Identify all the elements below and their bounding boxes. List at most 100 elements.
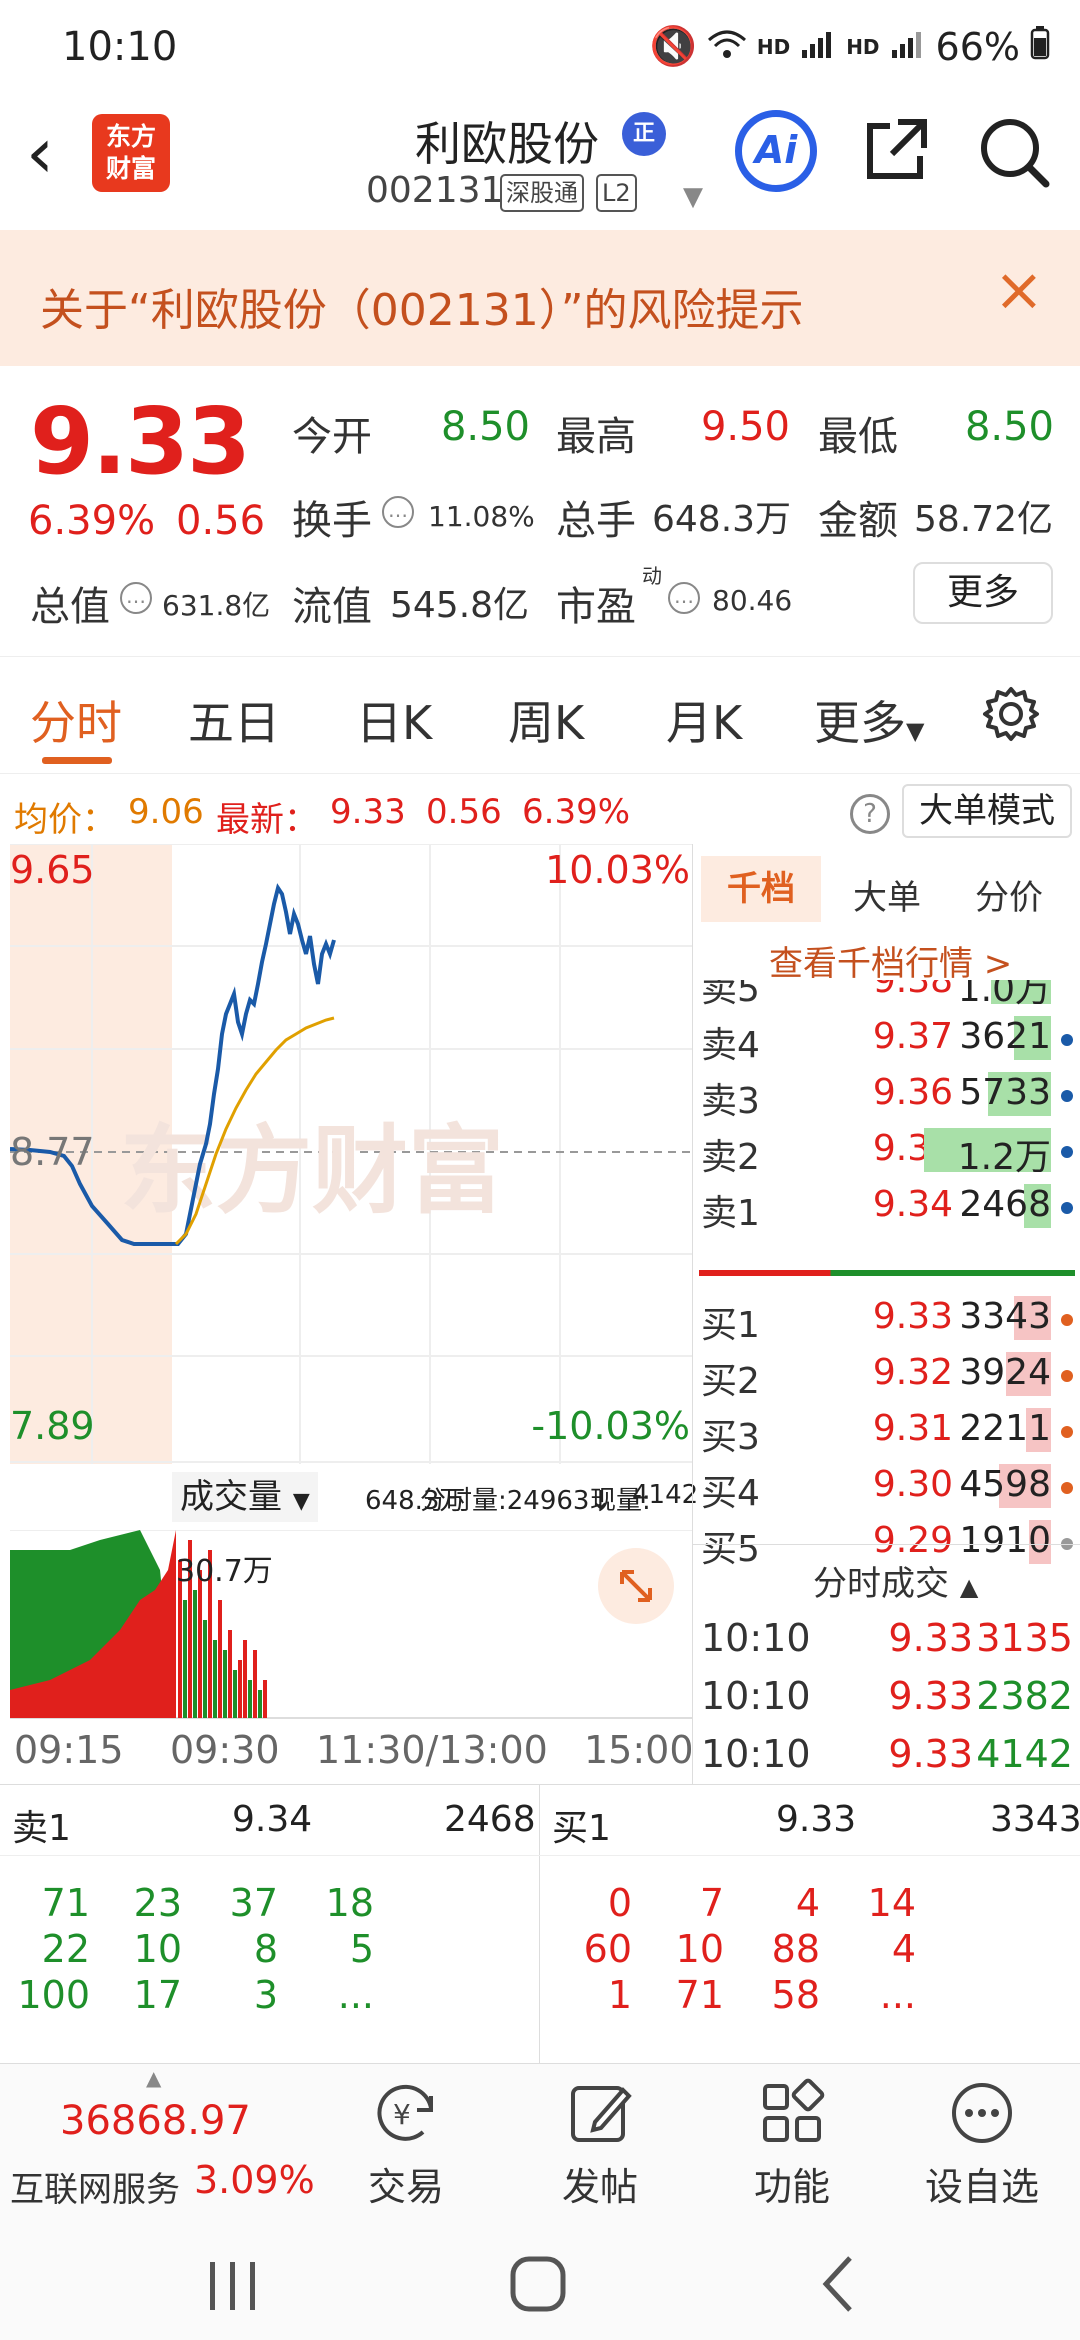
- back-nav-icon[interactable]: [818, 2254, 858, 2314]
- trade-price: 9.33: [888, 1674, 973, 1718]
- time-sales-title[interactable]: 分时成交 ▲: [813, 1556, 978, 1605]
- ask-volume: 3621: [959, 1016, 1051, 1057]
- volume-selector[interactable]: 成交量 ▼: [172, 1472, 318, 1522]
- sector-index-value: 36868.97: [60, 2098, 251, 2144]
- ask-volume: 5733: [959, 1072, 1051, 1113]
- pe-sup: 动: [642, 564, 662, 588]
- ask-row[interactable]: 卖3 9.36 5733: [693, 1066, 1080, 1122]
- info-icon[interactable]: …: [668, 582, 700, 614]
- tab-more[interactable]: 更多▼: [814, 687, 924, 753]
- sector-index[interactable]: ▲ 36868.97 互联网服务 3.09%: [0, 2064, 330, 2224]
- tab-monthly-k[interactable]: 月K: [666, 687, 742, 753]
- mute-icon: 🔇: [649, 24, 697, 68]
- logo-text-2: 财富: [105, 154, 156, 183]
- nav-post[interactable]: 发帖: [530, 2078, 670, 2211]
- help-icon[interactable]: ?: [850, 794, 890, 834]
- tab-price-distribution[interactable]: 分价: [975, 870, 1043, 919]
- trade-time: 10:10: [701, 1674, 811, 1718]
- sell-queue[interactable]: 卖1 9.34 2468 71 23 37 18 22 10 8 5 100 17 3...: [0, 1785, 540, 2065]
- pe-label: 市盈: [556, 584, 636, 630]
- volume-selector-label: 成交量: [180, 1477, 282, 1517]
- gear-icon[interactable]: [982, 685, 1040, 743]
- nav-watchlist-label: 设自选: [924, 2165, 1039, 2209]
- float-value: 545.8亿: [390, 585, 530, 626]
- nav-watchlist[interactable]: 设自选: [912, 2078, 1052, 2211]
- big-order-mode-button[interactable]: 大单模式: [902, 784, 1072, 838]
- status-bar: 10:10 🔇 HD HD 66%: [0, 0, 1080, 100]
- nav-functions[interactable]: 功能: [722, 2078, 862, 2211]
- ask-row[interactable]: 卖5 9.38 1.0万: [693, 980, 1080, 1010]
- chevron-down-icon[interactable]: ▼: [683, 182, 703, 212]
- caret-down-icon: ▼: [292, 1489, 310, 1514]
- sell-queue-volume: 2468: [444, 1799, 536, 1840]
- bid-row[interactable]: 买1 9.33 3343: [693, 1290, 1080, 1346]
- home-icon[interactable]: [508, 2254, 568, 2314]
- buy-queue[interactable]: 买1 9.33 3343 0 7 4 14 60 10 88 4 1 71 58...: [540, 1785, 1080, 2065]
- expand-icon[interactable]: [598, 1548, 674, 1624]
- ask-label: 卖2: [701, 1137, 760, 1178]
- queue-cell: 71: [675, 1973, 724, 2017]
- risk-banner[interactable]: 关于“利欧股份（002131）”的风险提示 ×: [0, 230, 1080, 366]
- intraday-chart[interactable]: 东方财富 9.65 10.03% 8.77 7.89 -10.03%: [9, 843, 692, 1464]
- queue-cell: 4: [795, 1881, 820, 1925]
- latest-value: 9.33: [330, 792, 406, 832]
- ask-row[interactable]: 卖2 9.35 1.2万: [693, 1122, 1080, 1178]
- tab-weekly-k[interactable]: 周K: [508, 687, 584, 753]
- quote-panel: 9.33 6.39% 0.56 今开 8.50 最高 9.50 最低 8.50 …: [0, 366, 1080, 656]
- buy-queue-price: 9.33: [776, 1799, 857, 1840]
- back-icon[interactable]: ‹: [26, 118, 54, 188]
- avg-label: 均价：: [14, 800, 116, 840]
- app-logo[interactable]: 东方 财富: [92, 114, 170, 192]
- chart-top-pct: 10.03%: [545, 848, 690, 892]
- high-label: 最高: [556, 414, 636, 460]
- time-axis: 09:15 09:30 11:30/13:00 15:00: [0, 1718, 694, 1782]
- bid-price: 9.30: [872, 1464, 953, 1505]
- tab-big-orders[interactable]: 大单: [853, 870, 921, 919]
- mcap-value: 631.8亿: [162, 589, 271, 622]
- bid-row[interactable]: 买4 9.30 4598: [693, 1458, 1080, 1514]
- chart-svg: 东方财富: [9, 843, 692, 1464]
- more-dots-icon: [952, 2083, 1012, 2143]
- queue-cell: 0: [607, 1881, 632, 1925]
- ai-button[interactable]: Ai: [735, 110, 817, 192]
- amount-label: 金额: [818, 498, 898, 544]
- view-thousand-levels-link[interactable]: 查看千档行情 >: [769, 936, 1012, 985]
- chart-tabs: 分时 五日 日K 周K 月K 更多▼: [0, 656, 1080, 774]
- ask-label: 卖3: [701, 1081, 760, 1122]
- info-icon[interactable]: …: [120, 582, 152, 614]
- queue-cell: 14: [867, 1881, 916, 1925]
- risk-text[interactable]: 关于“利欧股份（002131）”的风险提示: [40, 274, 804, 338]
- bid-dot: [1061, 1426, 1073, 1438]
- bid-levels: 买1 9.33 3343 买2 9.32 3924 买3 9.31 2211 买4 9.30 4…: [693, 1290, 1080, 1580]
- logo-text-1: 东方: [105, 122, 156, 151]
- volume-panel[interactable]: 成交量 ▼ 648.3万 分时量:24963↓ 现量: 4142 30.7万: [10, 1464, 698, 1719]
- ask-row[interactable]: 卖1 9.34 2468: [693, 1178, 1080, 1234]
- tab-five-day[interactable]: 五日: [188, 687, 280, 753]
- chart-bottom-price: 7.89: [10, 1404, 95, 1448]
- current-price: 9.33: [30, 388, 251, 495]
- share-icon[interactable]: [862, 114, 932, 184]
- nav-post-label: 发帖: [561, 2165, 638, 2209]
- bid-dot: [1061, 1314, 1073, 1326]
- tab-underline: [42, 757, 112, 764]
- chart-bottom-pct: -10.03%: [531, 1404, 690, 1448]
- search-icon[interactable]: [976, 114, 1052, 190]
- bid-volume: 3924: [959, 1352, 1051, 1393]
- ask-row[interactable]: 卖4 9.37 3621: [693, 1010, 1080, 1066]
- recents-icon[interactable]: [206, 2260, 260, 2312]
- open-value: 8.50: [440, 404, 530, 450]
- nav-trade[interactable]: ¥ 交易: [336, 2078, 476, 2211]
- info-icon[interactable]: …: [382, 496, 414, 528]
- queue-cell: ...: [337, 1973, 374, 2017]
- tab-thousand-levels[interactable]: 千档: [701, 856, 821, 922]
- close-icon[interactable]: ×: [994, 260, 1044, 320]
- tab-intraday[interactable]: 分时: [30, 687, 122, 753]
- bid-row[interactable]: 买3 9.31 2211: [693, 1402, 1080, 1458]
- low-label: 最低: [818, 414, 898, 460]
- stock-name[interactable]: 利欧股份: [415, 108, 599, 174]
- queue-cell: 100: [17, 1973, 90, 2017]
- bid-label: 买4: [701, 1473, 760, 1514]
- tab-daily-k[interactable]: 日K: [356, 687, 432, 753]
- more-button[interactable]: 更多: [913, 562, 1053, 624]
- bid-row[interactable]: 买2 9.32 3924: [693, 1346, 1080, 1402]
